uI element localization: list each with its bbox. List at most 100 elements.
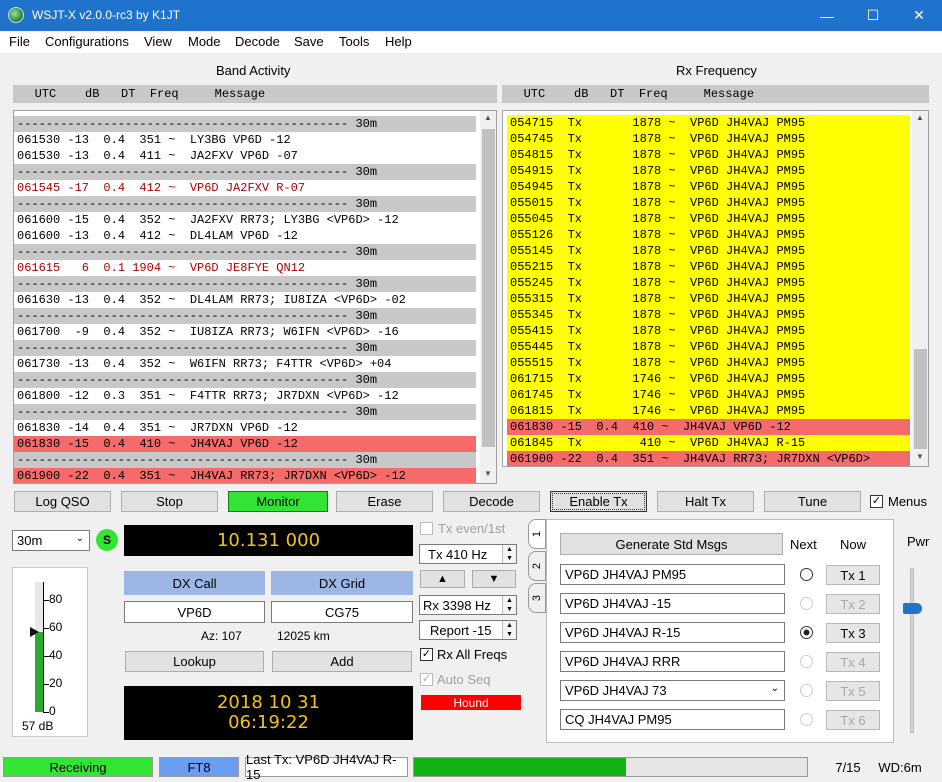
separator-row[interactable]: ----------------------------------------… <box>14 452 476 468</box>
erase-button[interactable]: Erase <box>336 491 433 512</box>
decode-row[interactable]: 055015 Tx 1878 ~ VP6D JH4VAJ PM95 <box>507 195 910 211</box>
menu-mode[interactable]: Mode <box>188 34 221 49</box>
decode-row[interactable]: 061745 Tx 1746 ~ VP6D JH4VAJ PM95 <box>507 387 910 403</box>
decode-row[interactable]: 061830 -15 0.4 410 ~ JH4VAJ VP6D -12 <box>14 436 476 452</box>
tx3-next-radio[interactable] <box>800 626 813 639</box>
scroll-thumb[interactable] <box>914 349 927 449</box>
decode-row[interactable]: 055245 Tx 1878 ~ VP6D JH4VAJ PM95 <box>507 275 910 291</box>
tx1-now-button[interactable]: Tx 1 <box>826 565 880 585</box>
decode-row[interactable]: 061530 -13 0.4 351 ~ LY3BG VP6D -12 <box>14 132 476 148</box>
decode-row[interactable]: 054915 Tx 1878 ~ VP6D JH4VAJ PM95 <box>507 163 910 179</box>
tx-even-checkbox[interactable] <box>420 522 433 535</box>
band-select[interactable]: 30m ⌄ <box>12 530 90 551</box>
separator-row[interactable]: ----------------------------------------… <box>14 340 476 356</box>
report-spinbox[interactable]: Report -15 ▲ ▼ <box>419 620 517 640</box>
tx2-next-radio[interactable] <box>800 597 813 610</box>
decode-row[interactable]: 061730 -13 0.4 352 ~ W6IFN RR73; F4TTR <… <box>14 356 476 372</box>
decode-row[interactable]: 054745 Tx 1878 ~ VP6D JH4VAJ PM95 <box>507 131 910 147</box>
rx-all-freqs-checkbox[interactable]: ✓ <box>420 648 433 661</box>
minimize-button[interactable]: — <box>804 0 850 31</box>
tab-1[interactable]: 1 <box>528 519 546 549</box>
decode-row[interactable]: 061800 -12 0.3 351 ~ F4TTR RR73; JR7DXN … <box>14 388 476 404</box>
tx5-now-button[interactable]: Tx 5 <box>826 681 880 701</box>
tx-frequency-spinbox[interactable]: Tx 410 Hz ▲ ▼ <box>419 544 517 564</box>
halt-tx-button[interactable]: Halt Tx <box>657 491 754 512</box>
tx2-now-button[interactable]: Tx 2 <box>826 594 880 614</box>
decode-row[interactable]: 061830 -14 0.4 351 ~ JR7DXN VP6D -12 <box>14 420 476 436</box>
decode-row[interactable]: 061900 -22 0.4 351 ~ JH4VAJ RR73; JR7DXN… <box>507 451 910 466</box>
generate-std-msgs-button[interactable]: Generate Std Msgs <box>560 533 783 555</box>
decode-row[interactable]: 055445 Tx 1878 ~ VP6D JH4VAJ PM95 <box>507 339 910 355</box>
tab-2[interactable]: 2 <box>528 551 546 581</box>
decode-row[interactable]: 061530 -13 0.4 411 ~ JA2FXV VP6D -07 <box>14 148 476 164</box>
decode-row[interactable]: 061630 -13 0.4 352 ~ DL4LAM RR73; IU8IZA… <box>14 292 476 308</box>
menu-help[interactable]: Help <box>385 34 412 49</box>
scroll-up-icon[interactable]: ▲ <box>916 113 924 122</box>
decode-button[interactable]: Decode <box>443 491 540 512</box>
tab-3[interactable]: 3 <box>528 583 546 613</box>
tx5-next-radio[interactable] <box>800 684 813 697</box>
decode-row[interactable]: 061600 -15 0.4 352 ~ JA2FXV RR73; LY3BG … <box>14 212 476 228</box>
dx-grid-input[interactable]: CG75 <box>271 601 413 623</box>
lookup-button[interactable]: Lookup <box>125 651 264 672</box>
decode-row[interactable]: 055345 Tx 1878 ~ VP6D JH4VAJ PM95 <box>507 307 910 323</box>
decode-row[interactable]: 055215 Tx 1878 ~ VP6D JH4VAJ PM95 <box>507 259 910 275</box>
decode-row[interactable]: 061900 -22 0.4 351 ~ JH4VAJ RR73; JR7DXN… <box>14 468 476 483</box>
decode-row[interactable]: 061700 -9 0.4 352 ~ IU8IZA RR73; W6IFN <… <box>14 324 476 340</box>
decode-row[interactable]: 055045 Tx 1878 ~ VP6D JH4VAJ PM95 <box>507 211 910 227</box>
separator-row[interactable]: ----------------------------------------… <box>14 116 476 132</box>
tx4-message-input[interactable]: VP6D JH4VAJ RRR <box>560 651 785 672</box>
scroll-thumb[interactable] <box>482 129 495 447</box>
maximize-button[interactable]: ☐ <box>850 0 896 31</box>
separator-row[interactable]: ----------------------------------------… <box>14 244 476 260</box>
decode-row[interactable]: 061815 Tx 1746 ~ VP6D JH4VAJ PM95 <box>507 403 910 419</box>
tx1-message-input[interactable]: VP6D JH4VAJ PM95 <box>560 564 785 585</box>
stop-button[interactable]: Stop <box>121 491 218 512</box>
close-button[interactable]: ✕ <box>896 0 942 31</box>
tune-button[interactable]: Tune <box>764 491 861 512</box>
tx2-message-input[interactable]: VP6D JH4VAJ -15 <box>560 593 785 614</box>
separator-row[interactable]: ----------------------------------------… <box>14 164 476 180</box>
enable-tx-button[interactable]: Enable Tx <box>550 491 647 512</box>
tx4-next-radio[interactable] <box>800 655 813 668</box>
decode-row[interactable]: 055126 Tx 1878 ~ VP6D JH4VAJ PM95 <box>507 227 910 243</box>
decode-row[interactable]: 061830 -15 0.4 410 ~ JH4VAJ VP6D -12 <box>507 419 910 435</box>
decode-row[interactable]: 061600 -13 0.4 412 ~ DL4LAM VP6D -12 <box>14 228 476 244</box>
scroll-up-icon[interactable]: ▲ <box>484 113 492 122</box>
decode-row[interactable]: 061845 Tx 410 ~ VP6D JH4VAJ R-15 <box>507 435 910 451</box>
decode-row[interactable]: 054945 Tx 1878 ~ VP6D JH4VAJ PM95 <box>507 179 910 195</box>
tx1-next-radio[interactable] <box>800 568 813 581</box>
decode-row[interactable]: 055415 Tx 1878 ~ VP6D JH4VAJ PM95 <box>507 323 910 339</box>
band-activity-scrollbar[interactable]: ▲ ▼ <box>480 111 496 483</box>
separator-row[interactable]: ----------------------------------------… <box>14 372 476 388</box>
monitor-button[interactable]: Monitor <box>228 491 328 512</box>
tx-freq-up-button[interactable]: ▲ <box>420 570 465 588</box>
tx4-now-button[interactable]: Tx 4 <box>826 652 880 672</box>
tx3-message-input[interactable]: VP6D JH4VAJ R-15 <box>560 622 785 643</box>
menu-decode[interactable]: Decode <box>235 34 280 49</box>
decode-row[interactable]: 055145 Tx 1878 ~ VP6D JH4VAJ PM95 <box>507 243 910 259</box>
band-activity-pane[interactable]: ----------------------------------------… <box>13 110 497 484</box>
pwr-slider-track[interactable] <box>910 568 914 733</box>
rx-frequency-spinbox[interactable]: Rx 3398 Hz ▲ ▼ <box>419 595 517 615</box>
separator-row[interactable]: ----------------------------------------… <box>14 308 476 324</box>
rx-frequency-scrollbar[interactable]: ▲ ▼ <box>912 111 928 466</box>
scroll-down-icon[interactable]: ▼ <box>484 469 492 478</box>
log-qso-button[interactable]: Log QSO <box>14 491 111 512</box>
separator-row[interactable]: ----------------------------------------… <box>14 404 476 420</box>
decode-row[interactable]: 054715 Tx 1878 ~ VP6D JH4VAJ PM95 <box>507 115 910 131</box>
auto-seq-checkbox[interactable]: ✓ <box>420 673 433 686</box>
menu-save[interactable]: Save <box>294 34 324 49</box>
decode-row[interactable]: 061715 Tx 1746 ~ VP6D JH4VAJ PM95 <box>507 371 910 387</box>
scroll-down-icon[interactable]: ▼ <box>916 452 924 461</box>
tx6-message-input[interactable]: CQ JH4VAJ PM95 <box>560 709 785 730</box>
menus-checkbox[interactable]: ✓ <box>870 495 883 508</box>
decode-row[interactable]: 054815 Tx 1878 ~ VP6D JH4VAJ PM95 <box>507 147 910 163</box>
rx-frequency-pane[interactable]: 054715 Tx 1878 ~ VP6D JH4VAJ PM95 054745 … <box>502 110 929 467</box>
menu-view[interactable]: View <box>144 34 172 49</box>
separator-row[interactable]: ----------------------------------------… <box>14 276 476 292</box>
add-button[interactable]: Add <box>272 651 412 672</box>
tx5-message-input[interactable]: VP6D JH4VAJ 73 ⌄ <box>560 680 785 701</box>
decode-row[interactable]: 055515 Tx 1878 ~ VP6D JH4VAJ PM95 <box>507 355 910 371</box>
menu-file[interactable]: File <box>9 34 30 49</box>
